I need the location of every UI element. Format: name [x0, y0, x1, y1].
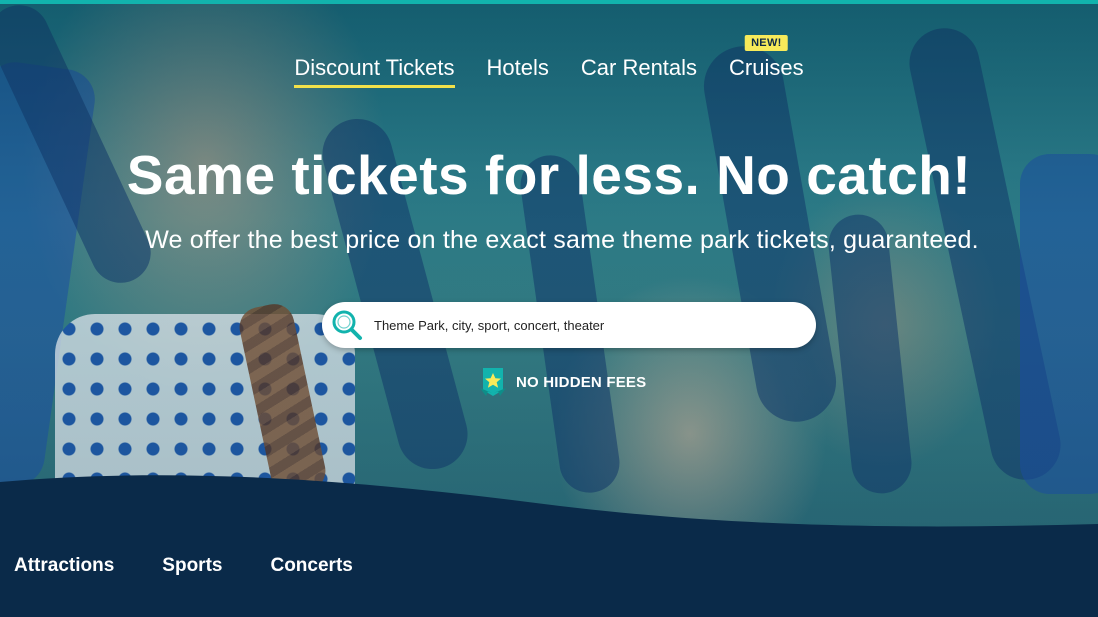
bottom-section-background — [0, 475, 1098, 617]
main-nav: Discount Tickets Hotels Car Rentals NEW!… — [0, 35, 1098, 88]
ribbon-star-icon — [480, 368, 506, 396]
nav-discount-tickets[interactable]: Discount Tickets — [278, 54, 470, 88]
top-accent-bar — [0, 0, 1098, 4]
category-tabs: Attractions Sports Concerts — [14, 555, 353, 577]
nav-label: Cruises — [729, 55, 804, 80]
nav-label: Discount Tickets — [294, 55, 455, 80]
hero-headline: Same tickets for less. No catch! — [126, 144, 972, 206]
search-bar[interactable] — [322, 302, 816, 348]
nav-car-rentals[interactable]: Car Rentals — [565, 54, 713, 86]
nav-label: Car Rentals — [580, 55, 698, 80]
nav-cruises[interactable]: NEW! Cruises — [713, 35, 820, 86]
tab-attractions[interactable]: Attractions — [14, 555, 114, 577]
search-icon[interactable] — [330, 308, 364, 342]
new-badge: NEW! — [745, 35, 788, 51]
nav-label: Hotels — [486, 55, 549, 80]
tab-sports[interactable]: Sports — [162, 555, 222, 577]
no-hidden-fees-badge: NO HIDDEN FEES — [478, 366, 646, 398]
nav-hotels[interactable]: Hotels — [471, 54, 565, 86]
tab-concerts[interactable]: Concerts — [270, 555, 352, 577]
no-hidden-fees-text: NO HIDDEN FEES — [516, 373, 647, 391]
hero-subheadline: We offer the best price on the exact sam… — [145, 226, 979, 254]
search-input[interactable] — [372, 316, 816, 334]
